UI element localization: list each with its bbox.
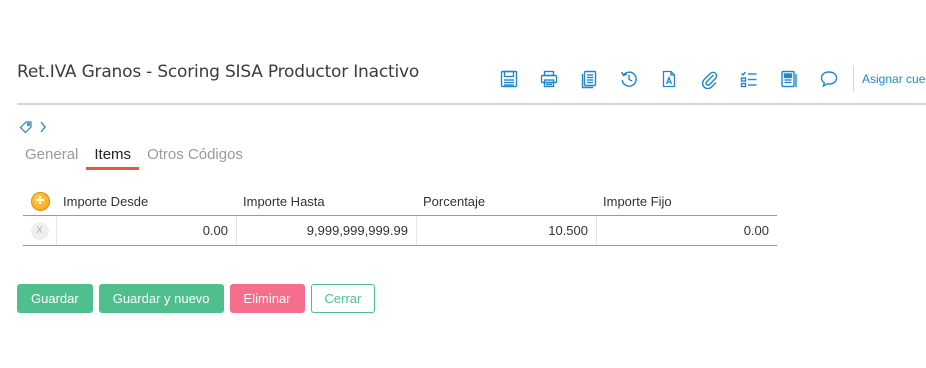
checklist-icon bbox=[740, 71, 757, 88]
cell-porcentaje[interactable]: 10.500 bbox=[417, 216, 597, 245]
column-header-porcentaje: Porcentaje bbox=[423, 194, 486, 209]
attach-icon bbox=[701, 71, 718, 89]
remove-row-button[interactable]: X bbox=[30, 221, 49, 240]
assign-accounts-link[interactable]: Asignar cuentas bbox=[862, 72, 926, 86]
tab-bar: General Items Otros Códigos bbox=[17, 143, 251, 170]
save-button[interactable] bbox=[489, 66, 529, 92]
save-button-bottom[interactable]: Guardar bbox=[17, 284, 93, 313]
checklist-button[interactable] bbox=[729, 66, 769, 92]
notes-button[interactable] bbox=[769, 66, 809, 92]
column-header-importe-hasta: Importe Hasta bbox=[243, 194, 325, 209]
add-row-button[interactable]: + bbox=[30, 192, 50, 211]
grid-header: + Importe Desde Importe Hasta Porcentaje… bbox=[23, 188, 777, 216]
grid-action-header: + bbox=[23, 192, 57, 211]
close-button[interactable]: Cerrar bbox=[310, 284, 376, 313]
toolbar-divider bbox=[853, 66, 854, 92]
column-header-importe-desde: Importe Desde bbox=[63, 194, 149, 209]
page-title: Ret.IVA Granos - Scoring SISA Productor … bbox=[17, 62, 420, 82]
header-divider bbox=[17, 103, 926, 105]
save-icon bbox=[500, 70, 518, 88]
cell-importe-fijo[interactable]: 0.00 bbox=[597, 216, 777, 245]
toolbar: Asignar cuentas bbox=[489, 66, 926, 92]
tab-general[interactable]: General bbox=[17, 143, 86, 170]
history-icon bbox=[620, 71, 637, 87]
row-action-cell: X bbox=[23, 216, 57, 245]
tab-items[interactable]: Items bbox=[86, 143, 140, 170]
tag-icon[interactable] bbox=[19, 120, 33, 134]
items-grid: + Importe Desde Importe Hasta Porcentaje… bbox=[23, 188, 777, 246]
print-button[interactable] bbox=[529, 66, 569, 92]
breadcrumb bbox=[19, 120, 47, 134]
chevron-right-icon[interactable] bbox=[39, 120, 47, 134]
table-row: X 0.00 9,999,999,999.99 10.500 0.00 bbox=[23, 216, 777, 246]
document-text-icon bbox=[662, 70, 676, 88]
history-button[interactable] bbox=[609, 66, 649, 92]
document-button[interactable] bbox=[649, 66, 689, 92]
tab-otros-codigos[interactable]: Otros Códigos bbox=[139, 143, 251, 170]
print-icon bbox=[540, 70, 558, 88]
attach-button[interactable] bbox=[689, 66, 729, 92]
save-and-new-button[interactable]: Guardar y nuevo bbox=[98, 284, 224, 313]
notes-icon bbox=[781, 70, 797, 88]
form-actions: Guardar Guardar y nuevo Eliminar Cerrar bbox=[17, 284, 376, 313]
comment-button[interactable] bbox=[809, 66, 849, 92]
column-header-importe-fijo: Importe Fijo bbox=[603, 194, 672, 209]
delete-button[interactable]: Eliminar bbox=[229, 284, 305, 313]
copy-icon bbox=[581, 70, 597, 89]
cell-importe-hasta[interactable]: 9,999,999,999.99 bbox=[237, 216, 417, 245]
comment-icon bbox=[820, 71, 838, 88]
cell-importe-desde[interactable]: 0.00 bbox=[57, 216, 237, 245]
copy-button[interactable] bbox=[569, 66, 609, 92]
